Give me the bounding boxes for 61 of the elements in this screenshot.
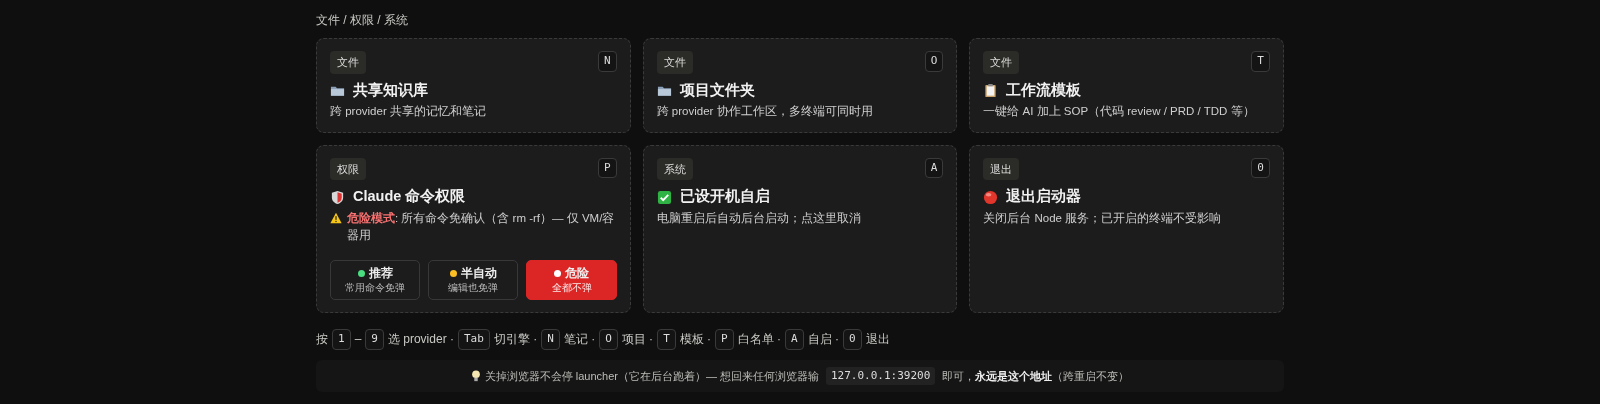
hint-text: 项目 · bbox=[621, 331, 654, 349]
card-description: 危险模式: 所有命令免确认（含 rm -rf）— 仅 VM/容器用 bbox=[347, 211, 616, 243]
card-description: 一键给 AI 加上 SOP（代码 review / PRD / TDD 等） bbox=[983, 104, 1255, 120]
shortcut-key: P bbox=[598, 157, 617, 179]
breadcrumb: 文件 / 权限 / 系统 bbox=[316, 12, 409, 29]
card-background[interactable]: 文件 O 项目文件夹 跨 provider 协作工作区，多终端可同时用 bbox=[642, 38, 958, 133]
stop-icon bbox=[983, 189, 999, 205]
card-title: Claude 命令权限 bbox=[353, 187, 466, 207]
hint-text: 切引擎 · bbox=[493, 331, 538, 349]
card-description: 关闭后台 Node 服务；已开启的终端不受影响 bbox=[983, 211, 1222, 227]
card-background[interactable]: 权限 P Claude 命令权限 危险模式: 所有命令免确认（含 rm -rf）— 仅 VM/容器用 推荐 常用命令免弹 半自动 编辑也免弹 危险 全都不弹 bbox=[316, 144, 631, 314]
key-badge: O bbox=[599, 329, 618, 350]
card-background[interactable]: 文件 N 共享知识库 跨 provider 共享的记忆和笔记 bbox=[316, 38, 631, 133]
card-background[interactable]: 系统 A 已设开机自启 电脑重启后自动后台启动；点这里取消 bbox=[642, 144, 958, 314]
shield-icon bbox=[330, 189, 345, 205]
card-description: 跨 provider 协作工作区，多终端可同时用 bbox=[656, 104, 873, 120]
card-title: 退出启动器 bbox=[1006, 187, 1082, 207]
key-badge: 1 bbox=[332, 329, 351, 350]
clipboard-icon bbox=[983, 82, 999, 98]
category-tag: 系统 bbox=[656, 157, 693, 181]
category-tag: 退出 bbox=[983, 157, 1020, 181]
hint-text: 模板 · bbox=[679, 331, 712, 349]
key-badge: A bbox=[785, 329, 804, 350]
card-description: 电脑重启后自动后台启动；点这里取消 bbox=[656, 211, 861, 227]
checkmark-icon bbox=[656, 189, 672, 205]
key-badge: P bbox=[715, 329, 734, 350]
hint-text: 自启 · bbox=[807, 331, 840, 349]
shortcut-key: T bbox=[1251, 51, 1270, 72]
address-code: 127.0.0.1:39200 bbox=[826, 366, 936, 386]
key-badge: 9 bbox=[365, 329, 384, 350]
card-background[interactable]: 文件 T 工作流模板 一键给 AI 加上 SOP（代码 review / PRD / TDD 等） bbox=[969, 38, 1284, 133]
hint-text: 退出 bbox=[865, 331, 890, 349]
mode-button[interactable]: 推荐 常用命令免弹 bbox=[330, 259, 421, 301]
notice-text: 关掉浏览器不会停 launcher（它在后台跑着）— 想回来任何浏览器输 bbox=[484, 368, 819, 384]
card-title: 项目文件夹 bbox=[679, 80, 755, 100]
hint-text: – bbox=[354, 331, 362, 349]
category-tag: 文件 bbox=[983, 51, 1020, 74]
card-description: 跨 provider 共享的记忆和笔记 bbox=[330, 104, 486, 120]
card-title: 已设开机自启 bbox=[679, 187, 770, 207]
shortcut-key: 0 bbox=[1251, 157, 1270, 179]
key-badge: T bbox=[657, 329, 676, 350]
category-tag: 文件 bbox=[656, 51, 693, 74]
notice-text: 即可，永远是这个地址（跨重启不变） bbox=[942, 368, 1130, 384]
shortcut-key: N bbox=[598, 51, 617, 72]
key-badge: Tab bbox=[457, 329, 490, 350]
hint-text: 白名单 · bbox=[737, 331, 782, 349]
mode-button[interactable]: 危险 全都不弹 bbox=[526, 259, 617, 301]
category-tag: 权限 bbox=[330, 157, 366, 181]
shortcut-key: O bbox=[924, 51, 944, 72]
key-badge: 0 bbox=[843, 329, 862, 350]
lightbulb-icon bbox=[470, 369, 481, 382]
shortcut-key: A bbox=[924, 157, 944, 179]
key-badge: N bbox=[541, 329, 560, 350]
card-background[interactable]: 退出 0 退出启动器 关闭后台 Node 服务；已开启的终端不受影响 bbox=[969, 144, 1284, 314]
card-title: 工作流模板 bbox=[1006, 80, 1082, 100]
category-tag: 文件 bbox=[330, 51, 366, 74]
hint-text: 选 provider · bbox=[387, 331, 454, 349]
mode-button[interactable]: 半自动 编辑也免弹 bbox=[428, 259, 519, 301]
hint-text: 笔记 · bbox=[563, 331, 596, 349]
card-title: 共享知识库 bbox=[353, 80, 428, 100]
hint-text: 按 bbox=[316, 331, 328, 349]
